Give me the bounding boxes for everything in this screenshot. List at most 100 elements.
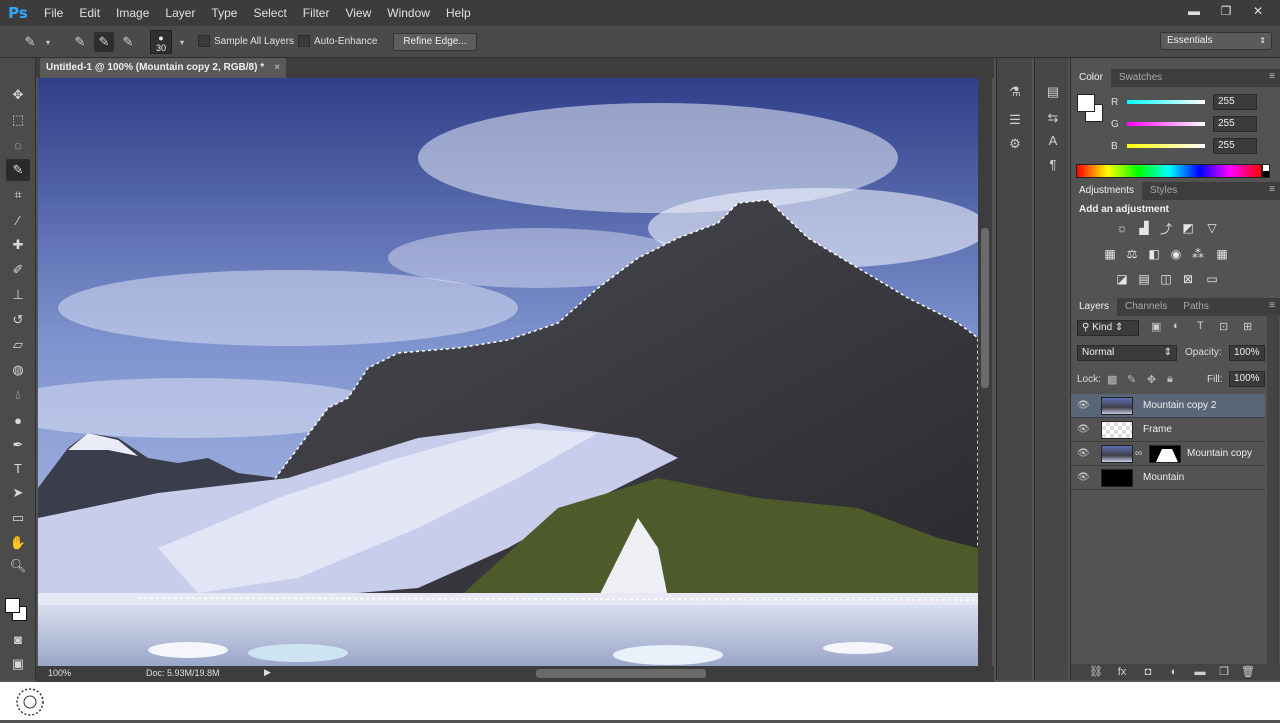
quick-selection-tool-icon[interactable]: ✎ [6, 159, 30, 181]
layer-row[interactable]: 👁︎ Mountain [1071, 466, 1265, 490]
red-value[interactable]: 255 [1213, 94, 1257, 110]
tab-color[interactable]: Color [1071, 69, 1111, 87]
layer-style-icon[interactable]: fx [1115, 665, 1129, 679]
menu-view[interactable]: View [337, 0, 379, 26]
character-icon[interactable]: A [1042, 130, 1064, 150]
vertical-scrollbar-thumb[interactable] [981, 228, 989, 388]
workspace-select[interactable]: Essentials ⇕ [1160, 32, 1272, 50]
curves-icon[interactable]: ⤴ [1157, 220, 1175, 236]
eye-icon[interactable]: 👁︎ [1077, 472, 1091, 484]
restore-button[interactable]: ❐ [1212, 2, 1240, 20]
layer-filter-kind[interactable]: ⚲ Kind ⇕ [1077, 320, 1139, 336]
zoom-level[interactable]: 100% [48, 668, 71, 678]
menu-filter[interactable]: Filter [295, 0, 338, 26]
posterize-icon[interactable]: ▤ [1135, 271, 1153, 287]
layer-row[interactable]: 👁︎ Frame [1071, 418, 1265, 442]
color-lookup-icon[interactable]: ▦ [1213, 246, 1231, 262]
new-adjustment-layer-icon[interactable]: ◐ [1167, 665, 1181, 679]
delete-layer-icon[interactable]: 🗑︎ [1241, 665, 1255, 679]
black-white-icon[interactable]: ◧ [1145, 246, 1163, 262]
channel-mixer-icon[interactable]: ⁂ [1189, 246, 1207, 262]
adjustment-filter-icon[interactable]: ◐ [1173, 320, 1180, 332]
smart-object-filter-icon[interactable]: ⊞ [1243, 320, 1252, 333]
lasso-tool-icon[interactable]: ◌ [6, 134, 30, 156]
menu-type[interactable]: Type [203, 0, 245, 26]
new-layer-icon[interactable]: ❐ [1217, 665, 1231, 679]
new-group-icon[interactable]: ▬ [1193, 665, 1207, 679]
menu-window[interactable]: Window [379, 0, 438, 26]
panel-menu-icon[interactable]: ≡ [1269, 184, 1275, 195]
clone-stamp-tool-icon[interactable]: ⊥ [6, 284, 30, 306]
menu-select[interactable]: Select [245, 0, 294, 26]
zoom-tool-icon[interactable]: 🔍︎ [6, 555, 30, 577]
layer-row[interactable]: 👁︎ ∞ Mountain copy [1071, 442, 1265, 466]
fill-input[interactable]: 100% [1229, 371, 1265, 387]
color-spectrum[interactable] [1076, 164, 1262, 178]
pixel-filter-icon[interactable]: ▣ [1151, 320, 1161, 333]
layer-row[interactable]: 👁︎ Mountain copy 2 [1071, 394, 1265, 418]
levels-icon[interactable]: ▟ [1135, 220, 1153, 236]
layer-name[interactable]: Mountain [1143, 472, 1184, 483]
hue-saturation-icon[interactable]: ▦ [1101, 246, 1119, 262]
lock-image-icon[interactable]: ✎ [1127, 373, 1136, 386]
healing-brush-tool-icon[interactable]: ✚ [6, 234, 30, 256]
menu-file[interactable]: File [36, 0, 71, 26]
brightness-icon[interactable]: ☼ [1113, 220, 1131, 236]
screen-mode-icon[interactable]: ▣ [6, 653, 30, 675]
panel-menu-icon[interactable]: ≡ [1269, 300, 1275, 311]
red-slider-track[interactable] [1127, 100, 1205, 104]
red-slider[interactable]: R 255 [1111, 94, 1280, 114]
close-button[interactable]: ✕ [1244, 2, 1272, 20]
layer-name[interactable]: Mountain copy 2 [1143, 400, 1216, 411]
tab-layers[interactable]: Layers [1071, 298, 1118, 316]
invert-icon[interactable]: ◪ [1113, 271, 1131, 287]
gradient-map-icon[interactable]: ▭ [1203, 271, 1221, 287]
brush-tool-icon[interactable]: ✐ [6, 259, 30, 281]
refine-edge-button[interactable]: Refine Edge... [393, 33, 477, 51]
green-slider-track[interactable] [1127, 122, 1205, 126]
vibrance-icon[interactable]: ▽ [1203, 220, 1221, 236]
clone-source-icon[interactable]: ⚙ [1004, 134, 1026, 154]
crop-tool-icon[interactable]: ⌗ [6, 184, 30, 206]
document-tab[interactable]: Untitled-1 @ 100% (Mountain copy 2, RGB/… [40, 58, 287, 78]
black-white-swatch[interactable] [1262, 164, 1270, 178]
layer-mask-thumbnail[interactable] [1149, 445, 1181, 463]
blend-mode-select[interactable]: Normal ⇕ [1077, 345, 1177, 361]
navigator-icon[interactable]: ⇆ [1042, 108, 1064, 128]
green-slider[interactable]: G 255 [1111, 116, 1280, 136]
horizontal-scrollbar-thumb[interactable] [536, 669, 706, 678]
subtract-from-selection-icon[interactable]: ✎ [118, 32, 138, 52]
layer-name[interactable]: Frame [1143, 424, 1172, 435]
type-tool-icon[interactable]: T [6, 457, 30, 479]
lock-position-icon[interactable]: ✥ [1147, 373, 1156, 386]
blue-slider[interactable]: B 255 [1111, 138, 1280, 158]
menu-image[interactable]: Image [108, 0, 157, 26]
vertical-scrollbar[interactable] [978, 78, 992, 666]
blue-slider-track[interactable] [1127, 144, 1205, 148]
document-canvas[interactable] [38, 78, 978, 666]
add-mask-icon[interactable]: ◘ [1141, 665, 1155, 679]
minimize-button[interactable]: ▬ [1180, 2, 1208, 20]
threshold-icon[interactable]: ◫ [1157, 271, 1175, 287]
auto-enhance-checkbox[interactable] [298, 35, 310, 47]
paint-bucket-tool-icon[interactable]: ◍ [6, 359, 30, 381]
color-balance-icon[interactable]: ⚖ [1123, 246, 1141, 262]
chevron-down-icon[interactable]: ▾ [172, 32, 192, 52]
move-tool-icon[interactable]: ✥ [6, 84, 30, 106]
green-value[interactable]: 255 [1213, 116, 1257, 132]
layer-name[interactable]: Mountain copy [1187, 448, 1252, 459]
color-foreground-swatch[interactable] [1077, 94, 1095, 112]
type-filter-icon[interactable]: T [1197, 320, 1204, 332]
hand-tool-icon[interactable]: ✋ [6, 532, 30, 554]
chevron-down-icon[interactable]: ▾ [38, 32, 58, 52]
tab-styles[interactable]: Styles [1142, 182, 1185, 200]
brush-presets-icon[interactable]: ⚗ [1004, 82, 1026, 102]
shape-tool-icon[interactable]: ▭ [6, 507, 30, 529]
selective-color-icon[interactable]: ⊠ [1179, 271, 1197, 287]
pen-tool-icon[interactable]: ✒ [6, 434, 30, 456]
eye-icon[interactable]: 👁︎ [1077, 400, 1091, 412]
opacity-input[interactable]: 100% [1229, 345, 1265, 361]
tool-presets-icon[interactable]: ☰ [1004, 110, 1026, 130]
history-icon[interactable]: ▤ [1042, 82, 1064, 102]
menu-help[interactable]: Help [438, 0, 479, 26]
